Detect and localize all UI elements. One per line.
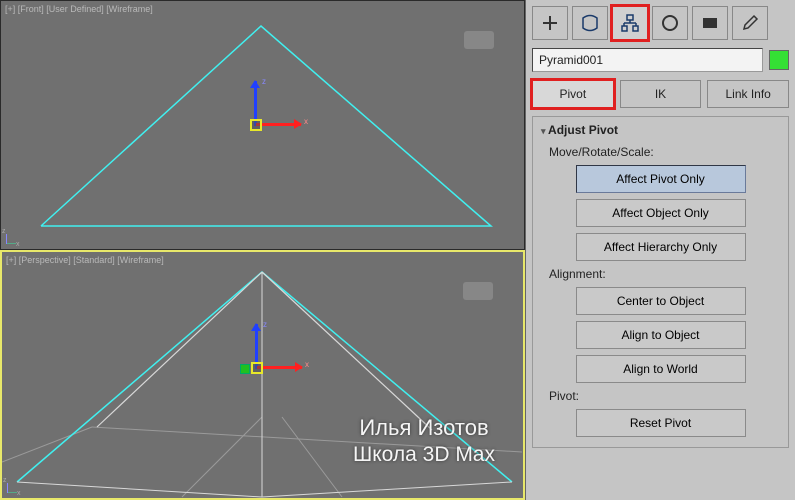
align-to-object-button[interactable]: Align to Object — [576, 321, 746, 349]
rollout-adjust-pivot: Adjust Pivot Move/Rotate/Scale: Affect P… — [532, 116, 789, 448]
transform-gizmo[interactable]: z x — [217, 324, 297, 404]
hierarchy-subtabs: Pivot IK Link Info — [532, 80, 789, 108]
command-panel: Pyramid001 Pivot IK Link Info Adjust Piv… — [525, 0, 795, 500]
gizmo-y-axis[interactable] — [240, 364, 250, 374]
tab-link-info[interactable]: Link Info — [707, 80, 789, 108]
gizmo-x-axis[interactable] — [256, 123, 301, 126]
viewport-area: [+] [Front] [User Defined] [Wireframe] z… — [0, 0, 525, 500]
viewport-label[interactable]: [+] [Perspective] [Standard] [Wireframe] — [6, 255, 164, 265]
gizmo-x-axis[interactable] — [257, 366, 302, 369]
viewport-label[interactable]: [+] [Front] [User Defined] [Wireframe] — [5, 4, 153, 14]
motion-tab-icon[interactable] — [652, 6, 688, 40]
transform-gizmo[interactable]: z x — [216, 81, 296, 161]
hierarchy-tab-icon[interactable] — [612, 6, 648, 40]
group-label-pivot: Pivot: — [549, 389, 780, 403]
viewport-front[interactable]: [+] [Front] [User Defined] [Wireframe] z… — [0, 0, 525, 250]
command-panel-tabs — [532, 6, 789, 40]
reset-pivot-button[interactable]: Reset Pivot — [576, 409, 746, 437]
axis-label-x: x — [304, 117, 308, 126]
axis-tripod-icon: x z — [5, 480, 20, 495]
gizmo-origin[interactable] — [250, 119, 262, 131]
align-to-world-button[interactable]: Align to World — [576, 355, 746, 383]
viewport-perspective[interactable]: [+] [Perspective] [Standard] [Wireframe]… — [0, 250, 525, 500]
app-root: [+] [Front] [User Defined] [Wireframe] z… — [0, 0, 795, 500]
group-label-align: Alignment: — [549, 267, 780, 281]
rollout-title[interactable]: Adjust Pivot — [541, 123, 780, 137]
affect-object-only-button[interactable]: Affect Object Only — [576, 199, 746, 227]
display-tab-icon[interactable] — [692, 6, 728, 40]
modify-tab-icon[interactable] — [572, 6, 608, 40]
tab-pivot[interactable]: Pivot — [532, 80, 614, 108]
tab-ik[interactable]: IK — [620, 80, 702, 108]
object-color-swatch[interactable] — [769, 50, 789, 70]
gizmo-origin[interactable] — [251, 362, 263, 374]
create-tab-icon[interactable] — [532, 6, 568, 40]
utilities-tab-icon[interactable] — [732, 6, 768, 40]
axis-label-z: z — [263, 320, 267, 329]
axis-label-x: x — [305, 360, 309, 369]
object-name-row: Pyramid001 — [532, 48, 789, 72]
affect-hierarchy-only-button[interactable]: Affect Hierarchy Only — [576, 233, 746, 261]
axis-label-z: z — [262, 77, 266, 86]
group-label-move: Move/Rotate/Scale: — [549, 145, 780, 159]
center-to-object-button[interactable]: Center to Object — [576, 287, 746, 315]
object-name-field[interactable]: Pyramid001 — [532, 48, 763, 72]
axis-tripod-icon: x z — [4, 231, 19, 246]
affect-pivot-only-button[interactable]: Affect Pivot Only — [576, 165, 746, 193]
